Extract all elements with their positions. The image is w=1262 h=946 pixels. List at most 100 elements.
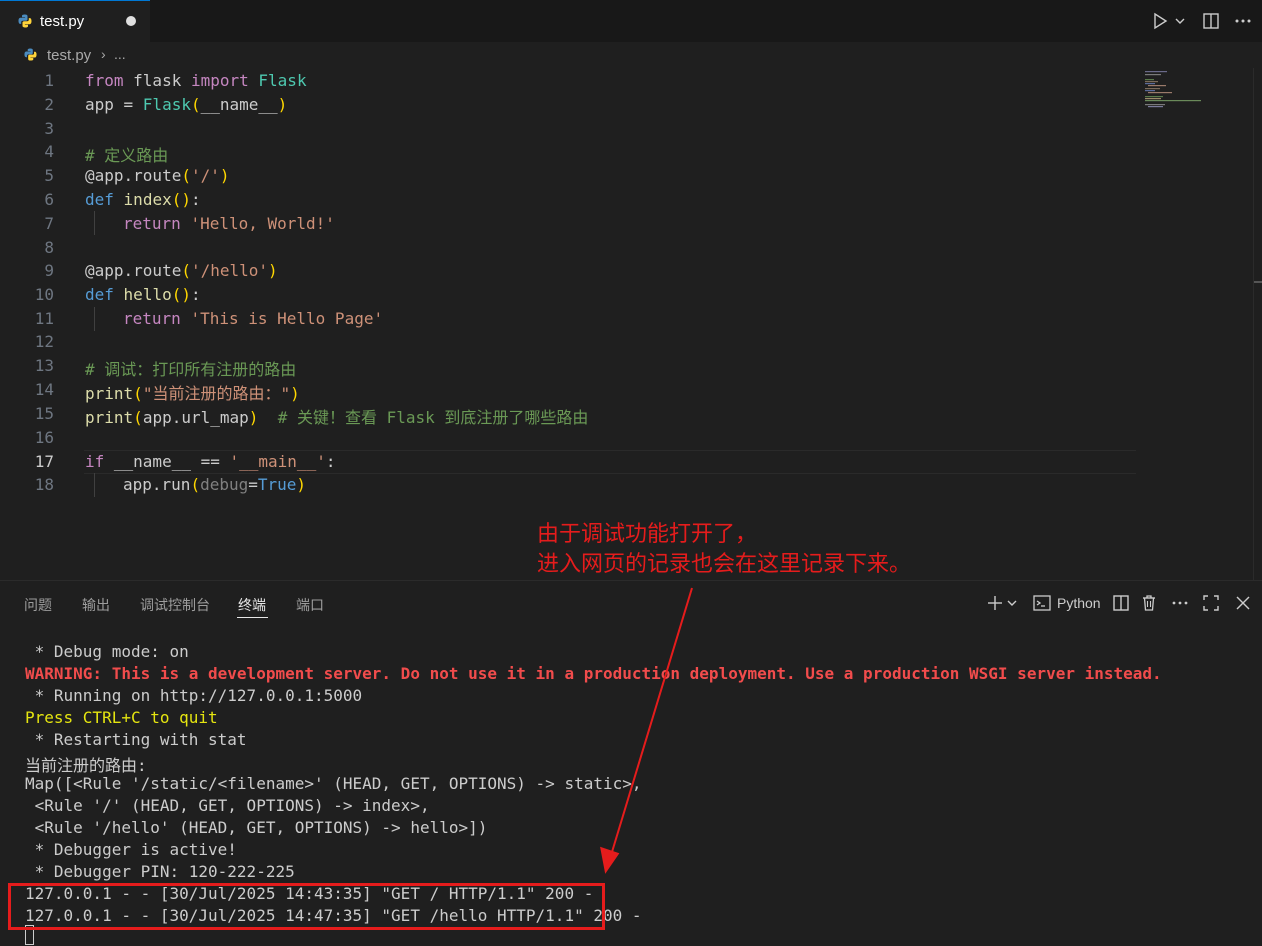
terminal-profile-label[interactable]: Python bbox=[1057, 595, 1101, 611]
code-token: return bbox=[123, 214, 181, 233]
tab-filename: test.py bbox=[40, 13, 85, 30]
maximize-icon[interactable] bbox=[1201, 593, 1221, 613]
line-number: 15 bbox=[34, 404, 54, 423]
minimap[interactable] bbox=[1143, 70, 1203, 110]
code-token: if bbox=[85, 452, 105, 471]
code-token: True bbox=[257, 475, 297, 494]
breadcrumb-separator: › bbox=[101, 46, 106, 62]
line-number: 17 bbox=[34, 452, 54, 471]
terminal-line: Map([<Rule '/static/<filename>' (HEAD, G… bbox=[25, 774, 642, 793]
code-token: 'This is Hello Page' bbox=[190, 309, 384, 328]
line-number: 14 bbox=[34, 380, 54, 399]
code-line: # 定义路由 bbox=[85, 142, 168, 166]
code-token: : bbox=[190, 285, 201, 304]
code-token: index bbox=[123, 190, 172, 209]
code-token: def bbox=[85, 285, 114, 304]
breadcrumb: test.py › ... bbox=[0, 42, 1262, 68]
code-token: ( bbox=[133, 384, 143, 403]
code-token: return bbox=[123, 309, 181, 328]
code-token: # 定义路由 bbox=[85, 146, 169, 165]
code-token: def bbox=[85, 190, 114, 209]
add-terminal-icon[interactable] bbox=[985, 593, 1005, 613]
tab-output[interactable]: 输出 bbox=[82, 595, 110, 615]
code-token: Flask bbox=[142, 95, 191, 114]
terminal-line: * Restarting with stat bbox=[25, 730, 247, 749]
split-terminal-icon[interactable] bbox=[1111, 593, 1131, 613]
more-icon[interactable] bbox=[1170, 593, 1190, 613]
chevron-down-icon[interactable] bbox=[1005, 593, 1019, 613]
line-number: 9 bbox=[44, 261, 54, 280]
split-editor-icon[interactable] bbox=[1201, 11, 1221, 31]
code-token: ) bbox=[296, 475, 307, 494]
annotation-text: 由于调试功能打开了， 进入网页的记录也会在这里记录下来。 bbox=[537, 519, 911, 579]
annotation-line: 由于调试功能打开了， bbox=[537, 521, 758, 546]
code-token: = bbox=[248, 475, 258, 494]
code-token: # 调试：打印所有注册的路由 bbox=[85, 360, 297, 379]
code-token: () bbox=[171, 190, 191, 209]
code-line: print("当前注册的路由：") bbox=[85, 380, 300, 404]
code-token: Flask bbox=[258, 71, 307, 90]
python-file-icon bbox=[24, 48, 37, 61]
code-line: app = Flask(__name__) bbox=[85, 95, 287, 114]
line-number: 16 bbox=[34, 428, 54, 447]
editor-tab-test-py[interactable]: test.py bbox=[0, 0, 150, 42]
code-line: @app.route('/hello') bbox=[85, 261, 278, 280]
code-token: ( bbox=[190, 475, 201, 494]
code-token: # 关键！查看 Flask 到底注册了哪些路由 bbox=[277, 408, 589, 427]
code-line: @app.route('/') bbox=[85, 166, 230, 185]
active-tab-indicator bbox=[237, 617, 268, 618]
line-number: 6 bbox=[44, 190, 54, 209]
editor-scrollbar[interactable] bbox=[1253, 68, 1262, 580]
annotation-highlight-box bbox=[8, 883, 605, 930]
code-token: flask bbox=[123, 71, 191, 90]
tab-debug-console[interactable]: 调试控制台 bbox=[140, 595, 210, 615]
code-line: from flask import Flask bbox=[85, 71, 307, 90]
code-token: () bbox=[171, 285, 191, 304]
trash-icon[interactable] bbox=[1139, 593, 1159, 613]
tab-terminal[interactable]: 终端 bbox=[238, 595, 266, 615]
code-token: : bbox=[190, 190, 201, 209]
line-number: 3 bbox=[44, 119, 54, 138]
code-token: '__main__' bbox=[229, 452, 326, 471]
more-icon[interactable] bbox=[1233, 11, 1253, 31]
code-token: app.run bbox=[123, 475, 191, 494]
line-number: 4 bbox=[44, 142, 54, 161]
indent-guide bbox=[94, 211, 95, 235]
code-line: def index(): bbox=[85, 190, 201, 209]
code-token: : bbox=[325, 452, 336, 471]
line-number: 1 bbox=[44, 71, 54, 90]
code-token: 'Hello, World!' bbox=[190, 214, 335, 233]
run-icon[interactable] bbox=[1150, 11, 1170, 31]
code-token: ) bbox=[219, 166, 230, 185]
code-token: from bbox=[85, 71, 124, 90]
breadcrumb-file[interactable]: test.py bbox=[47, 47, 91, 64]
terminal-line: * Debugger PIN: 120-222-225 bbox=[25, 862, 295, 881]
code-token: print bbox=[85, 408, 134, 427]
code-editor[interactable]: 1 2 3 4 5 6 7 8 9 10 11 12 13 14 15 16 1… bbox=[0, 68, 1262, 580]
annotation-line: 进入网页的记录也会在这里记录下来。 bbox=[537, 551, 912, 576]
tab-problems[interactable]: 问题 bbox=[24, 595, 52, 615]
code-token: hello bbox=[123, 285, 172, 304]
code-token: app = bbox=[85, 95, 143, 114]
terminal-line: 当前注册的路由: bbox=[25, 756, 147, 775]
breadcrumb-symbols[interactable]: ... bbox=[114, 46, 126, 62]
indent-guide bbox=[94, 307, 95, 331]
terminal-line: <Rule '/' (HEAD, GET, OPTIONS) -> index>… bbox=[25, 796, 430, 815]
terminal-line: Press CTRL+C to quit bbox=[25, 708, 218, 727]
indent-guide bbox=[94, 473, 95, 497]
line-number: 2 bbox=[44, 95, 54, 114]
tab-ports[interactable]: 端口 bbox=[296, 595, 324, 615]
code-token: "当前注册的路由：" bbox=[142, 384, 291, 403]
close-icon[interactable] bbox=[1233, 593, 1253, 613]
code-token: app.url_map bbox=[142, 408, 249, 427]
editor-tab-bar: test.py bbox=[0, 0, 1262, 42]
chevron-down-icon[interactable] bbox=[1173, 11, 1187, 31]
line-number: 11 bbox=[34, 309, 54, 328]
line-number: 8 bbox=[44, 238, 54, 257]
terminal-line: * Running on http://127.0.0.1:5000 bbox=[25, 686, 363, 705]
terminal-line: * Debugger is active! bbox=[25, 840, 237, 859]
unsaved-dot-icon[interactable] bbox=[126, 16, 136, 26]
